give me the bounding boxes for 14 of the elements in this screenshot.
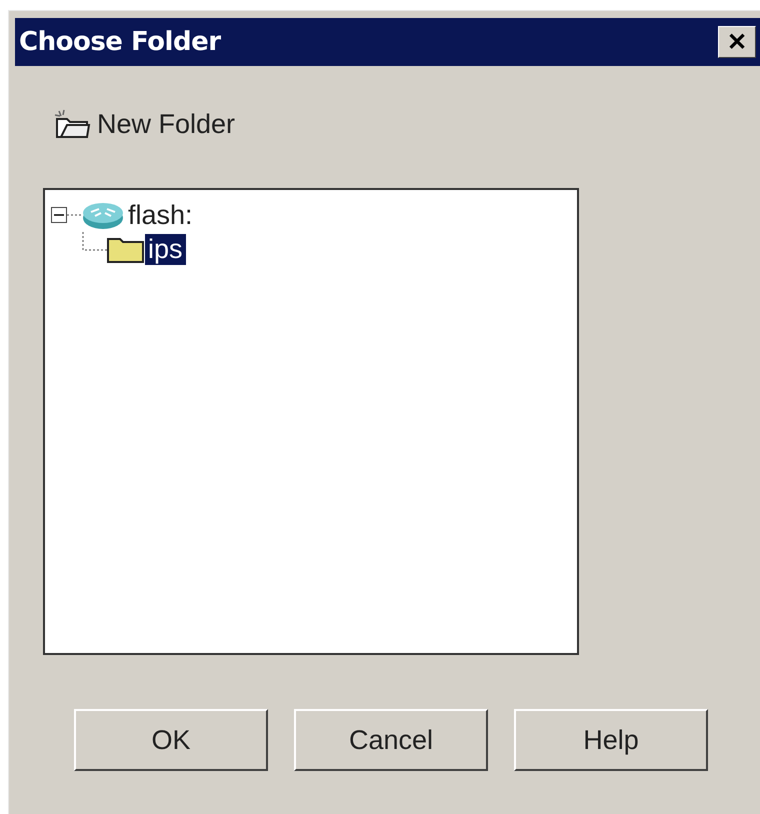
collapse-icon[interactable]: [51, 207, 67, 223]
new-folder-button[interactable]: New Folder: [53, 106, 236, 142]
dialog-button[interactable]: Help: [514, 709, 708, 771]
tree-item[interactable]: ips: [145, 234, 186, 264]
router-icon: [81, 200, 125, 230]
window-title: Choose Folder: [19, 27, 221, 57]
tree-item[interactable]: flash:: [125, 200, 196, 230]
dialog-button[interactable]: Cancel: [294, 709, 488, 771]
folder-icon: [107, 235, 145, 263]
new-folder-icon: [53, 109, 93, 139]
tree-line: [82, 232, 107, 251]
tree-line: [67, 213, 81, 217]
close-button[interactable]: ✕: [718, 26, 756, 58]
dialog-button[interactable]: OK: [74, 709, 268, 771]
